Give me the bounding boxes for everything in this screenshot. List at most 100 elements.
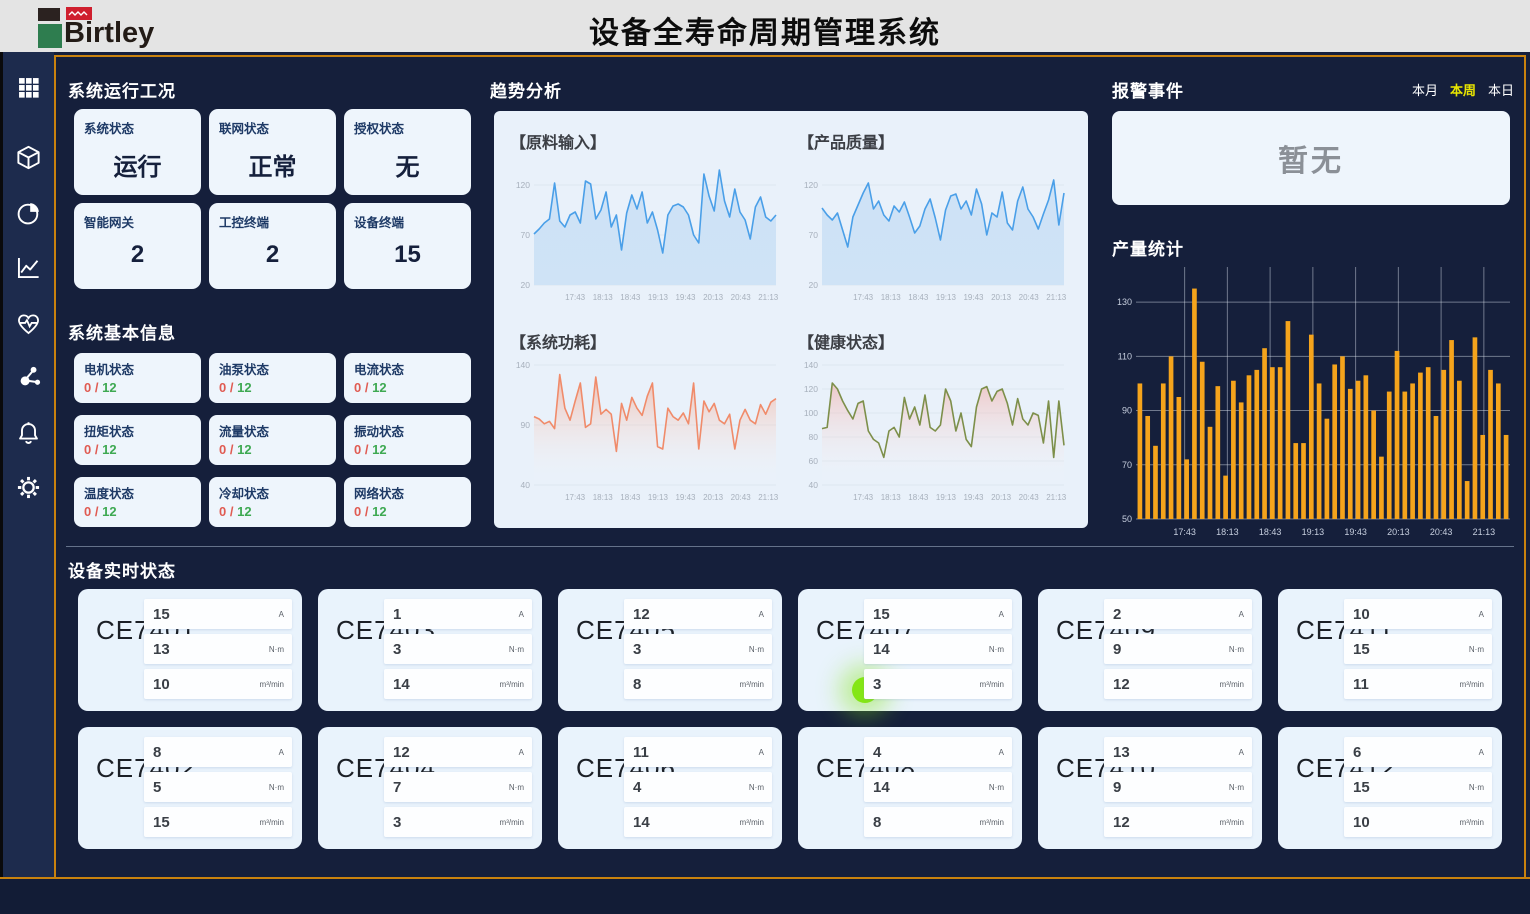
- alarm-count: 0: [84, 504, 91, 519]
- metric-unit: m³/min: [500, 680, 532, 689]
- line-chart-icon[interactable]: [14, 252, 44, 282]
- svg-text:120: 120: [804, 180, 818, 190]
- tab-this-week[interactable]: 本周: [1450, 80, 1476, 99]
- metric-unit: m³/min: [740, 680, 772, 689]
- count-separator: /: [230, 504, 234, 519]
- status-card-label: 系统状态: [84, 118, 191, 137]
- metric-row-torque: 4 N·m: [624, 772, 772, 802]
- metric-unit: N·m: [269, 645, 292, 654]
- device-card[interactable]: CE7412 6 A 15 N·m 10 m³/min: [1278, 727, 1502, 849]
- metric-unit: N·m: [269, 783, 292, 792]
- metric-value: 13: [1104, 744, 1130, 761]
- metric-value: 3: [384, 641, 401, 658]
- status-card: 智能网关 2: [74, 203, 201, 289]
- svg-text:20:43: 20:43: [1019, 493, 1040, 502]
- svg-text:18:13: 18:13: [593, 493, 614, 502]
- app-header: Birtley 设备全寿命周期管理系统: [0, 0, 1530, 52]
- device-card[interactable]: CE7402 8 A 5 N·m 15 m³/min: [78, 727, 302, 849]
- info-card-label: 温度状态: [84, 483, 191, 502]
- info-card: 冷却状态 0 / 12: [209, 477, 336, 527]
- status-card-label: 智能网关: [84, 212, 191, 231]
- svg-text:140: 140: [804, 360, 818, 370]
- info-card-label: 振动状态: [354, 421, 461, 440]
- status-card: 工控终端 2: [209, 203, 336, 289]
- info-card-label: 电流状态: [354, 359, 461, 378]
- svg-text:21:13: 21:13: [1046, 293, 1067, 302]
- device-card[interactable]: CE7401 15 A 13 N·m 10 m³/min: [78, 589, 302, 711]
- device-card[interactable]: CE7411 10 A 15 N·m 11 m³/min: [1278, 589, 1502, 711]
- dashboard-screen: Birtley 设备全寿命周期管理系统: [0, 0, 1530, 914]
- metric-row-current: 11 A: [624, 737, 772, 767]
- metric-unit: N·m: [989, 645, 1012, 654]
- metric-unit: m³/min: [500, 818, 532, 827]
- total-count: 12: [237, 380, 251, 395]
- chart-system-power: 【系统功耗】 409014017:4318:1318:4319:1319:432…: [508, 323, 786, 517]
- device-card[interactable]: CE7405 12 A 3 N·m 8 m³/min: [558, 589, 782, 711]
- bell-icon[interactable]: [14, 418, 44, 448]
- molecule-icon[interactable]: [14, 362, 44, 392]
- info-card: 电流状态 0 / 12: [344, 353, 471, 403]
- svg-text:19:13: 19:13: [1302, 527, 1325, 537]
- svg-text:17:43: 17:43: [853, 493, 874, 502]
- svg-text:40: 40: [809, 480, 819, 490]
- metric-row-current: 2 A: [1104, 599, 1252, 629]
- gear-icon[interactable]: [14, 472, 44, 502]
- device-card[interactable]: CE7406 11 A 4 N·m 14 m³/min: [558, 727, 782, 849]
- section-title-system-status: 系统运行工况: [68, 77, 176, 102]
- device-card[interactable]: CE7403 1 A 3 N·m 14 m³/min: [318, 589, 542, 711]
- metric-value: 12: [1104, 676, 1130, 693]
- metric-unit: N·m: [1229, 645, 1252, 654]
- metric-value: 14: [864, 779, 890, 796]
- device-metrics: 10 A 15 N·m 11 m³/min: [1344, 599, 1492, 704]
- metric-row-torque: 3 N·m: [624, 634, 772, 664]
- count-separator: /: [95, 504, 99, 519]
- chart-health-status: 【健康状态】 40608010012014017:4318:1318:4319:…: [796, 323, 1074, 517]
- metric-value: 15: [144, 606, 170, 623]
- device-card[interactable]: CE7410 13 A 9 N·m 12 m³/min: [1038, 727, 1262, 849]
- device-card[interactable]: CE7409 2 A 9 N·m 12 m³/min: [1038, 589, 1262, 711]
- cube-icon[interactable]: [14, 142, 44, 172]
- metric-unit: m³/min: [260, 680, 292, 689]
- metric-value: 8: [864, 814, 881, 831]
- pie-chart-icon[interactable]: [14, 198, 44, 228]
- metric-unit: A: [759, 748, 772, 757]
- info-card-counts: 0 / 12: [84, 504, 191, 519]
- svg-text:20:43: 20:43: [731, 293, 752, 302]
- metric-unit: A: [1479, 748, 1492, 757]
- svg-text:21:13: 21:13: [758, 493, 779, 502]
- info-card: 扭矩状态 0 / 12: [74, 415, 201, 465]
- svg-text:40: 40: [521, 480, 531, 490]
- apps-grid-icon[interactable]: [14, 72, 44, 102]
- svg-text:20:13: 20:13: [1387, 527, 1410, 537]
- health-pulse-icon[interactable]: [14, 308, 44, 338]
- alarm-count: 0: [354, 442, 361, 457]
- device-card[interactable]: CE7407 15 A 14 N·m 3 m³/min: [798, 589, 1022, 711]
- metric-unit: m³/min: [1220, 680, 1252, 689]
- svg-text:70: 70: [809, 230, 819, 240]
- svg-text:20:13: 20:13: [703, 293, 724, 302]
- svg-text:18:43: 18:43: [620, 293, 641, 302]
- device-metrics: 2 A 9 N·m 12 m³/min: [1104, 599, 1252, 704]
- tab-today[interactable]: 本日: [1488, 80, 1514, 99]
- svg-text:80: 80: [809, 432, 819, 442]
- count-separator: /: [365, 380, 369, 395]
- device-card[interactable]: CE7408 4 A 14 N·m 8 m³/min: [798, 727, 1022, 849]
- tab-this-month[interactable]: 本月: [1412, 80, 1438, 99]
- svg-text:20: 20: [521, 280, 531, 290]
- alarm-count: 0: [84, 380, 91, 395]
- metric-row-current: 6 A: [1344, 737, 1492, 767]
- section-title-trend: 趋势分析: [490, 77, 562, 102]
- metric-row-torque: 15 N·m: [1344, 772, 1492, 802]
- svg-text:90: 90: [521, 420, 531, 430]
- metric-value: 14: [384, 676, 410, 693]
- count-separator: /: [230, 380, 234, 395]
- device-card[interactable]: CE7404 12 A 7 N·m 3 m³/min: [318, 727, 542, 849]
- alarm-count: 0: [354, 380, 361, 395]
- status-card-label: 设备终端: [354, 212, 461, 231]
- metric-value: 7: [384, 779, 401, 796]
- metric-row-flow: 10 m³/min: [144, 669, 292, 699]
- metric-value: 2: [1104, 606, 1121, 623]
- main-content: 系统运行工况 系统状态 运行 联网状态 正常 授权状态 无: [56, 57, 1524, 877]
- metric-value: 15: [1344, 641, 1370, 658]
- product-quality-line-chart: 207012017:4318:1318:4319:1319:4320:1320:…: [796, 155, 1072, 307]
